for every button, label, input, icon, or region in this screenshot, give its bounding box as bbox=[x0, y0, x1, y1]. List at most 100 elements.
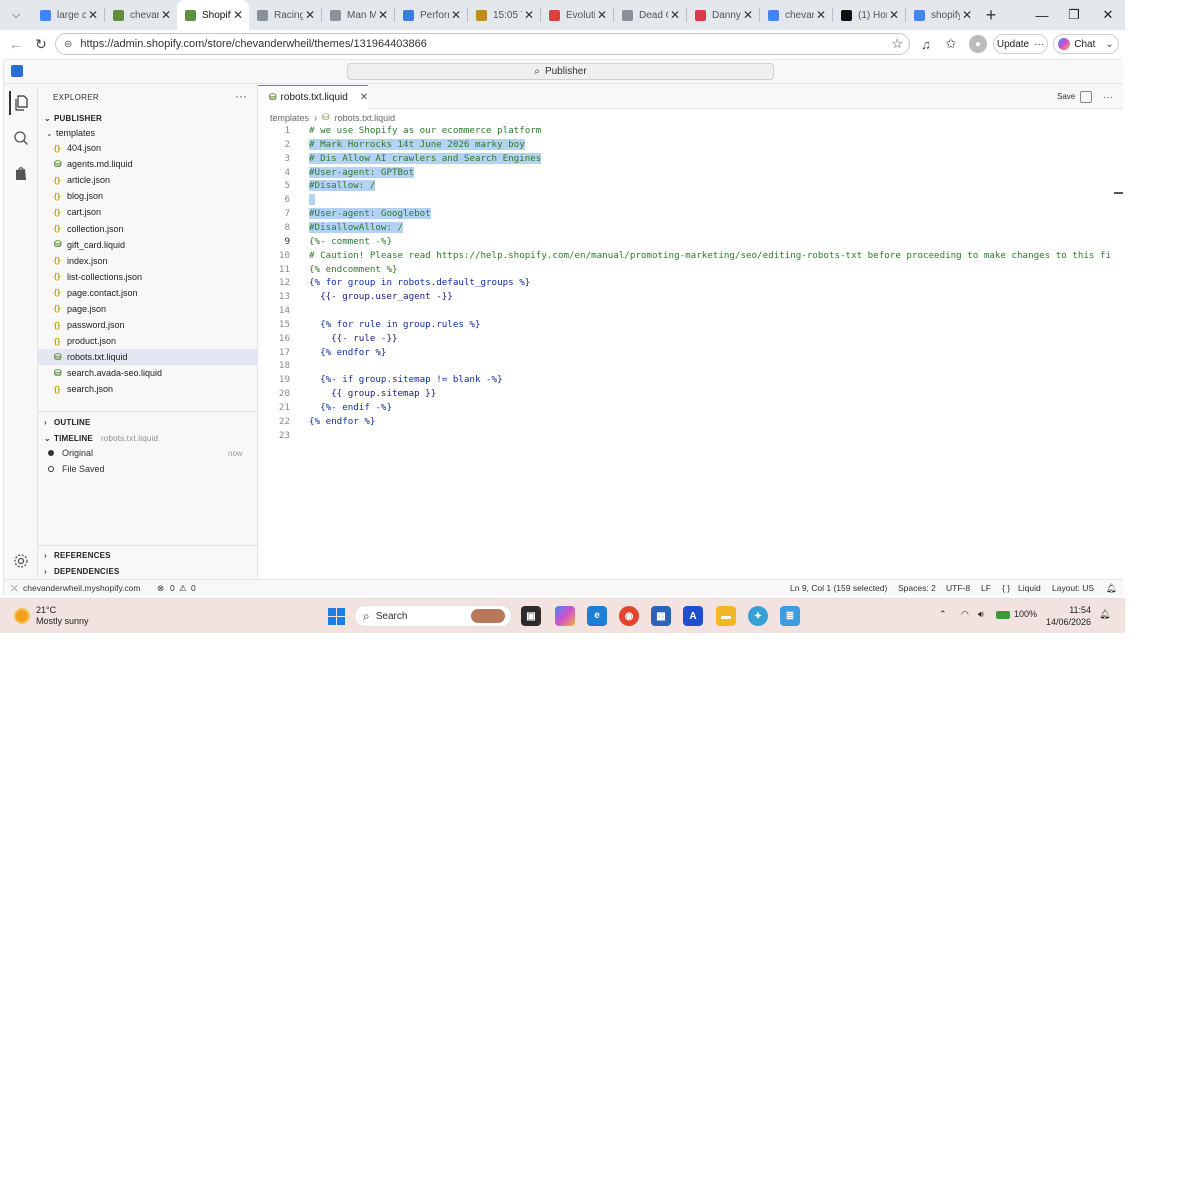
update-button[interactable]: Update ··· bbox=[993, 34, 1048, 54]
editor-tab-robots[interactable]: ⛁ robots.txt.liquid ✕ bbox=[258, 85, 368, 109]
split-editor-icon[interactable] bbox=[1080, 91, 1092, 103]
close-tab-icon[interactable]: ✕ bbox=[88, 8, 98, 22]
browser-tab[interactable]: Man M ✕ bbox=[322, 0, 394, 30]
close-tab-icon[interactable]: ✕ bbox=[743, 8, 753, 22]
search-icon[interactable] bbox=[9, 126, 33, 150]
breadcrumb-file[interactable]: robots.txt.liquid bbox=[335, 113, 396, 123]
weather-widget[interactable]: 21°C Mostly sunny bbox=[14, 605, 89, 627]
file-item[interactable]: ⛁ robots.txt.liquid bbox=[38, 349, 258, 366]
more-actions-icon[interactable]: ··· bbox=[1101, 90, 1115, 104]
timeline-item-original[interactable]: Original bbox=[48, 448, 93, 458]
status-warnings[interactable]: 0 bbox=[191, 583, 196, 593]
file-item[interactable]: ⛁ agents.md.liquid bbox=[38, 156, 258, 172]
file-item[interactable]: {} blog.json bbox=[38, 188, 258, 204]
close-window-button[interactable]: ✕ bbox=[1090, 0, 1125, 30]
explorer-icon[interactable] bbox=[9, 91, 33, 115]
command-center[interactable]: ⌕ Publisher bbox=[347, 63, 774, 80]
file-item[interactable]: {} index.json bbox=[38, 253, 258, 269]
file-item[interactable]: {} search.json bbox=[38, 381, 258, 397]
task-view-icon[interactable]: ▣ bbox=[521, 606, 541, 626]
address-bar[interactable]: ⊜ https://admin.shopify.com/store/chevan… bbox=[55, 33, 910, 55]
battery-icon[interactable] bbox=[996, 611, 1010, 619]
file-item[interactable]: {} 404.json bbox=[38, 140, 258, 156]
close-tab-icon[interactable]: ✕ bbox=[451, 8, 461, 22]
status-encoding[interactable]: UTF-8 bbox=[946, 583, 970, 593]
breadcrumb-folder[interactable]: templates bbox=[270, 113, 309, 123]
file-item[interactable]: ⛁ search.avada-seo.liquid bbox=[38, 365, 258, 381]
status-position[interactable]: Ln 9, Col 1 (159 selected) bbox=[790, 583, 887, 593]
bell-icon[interactable]: 🔔︎ bbox=[1106, 583, 1117, 594]
notifications-icon[interactable]: 🔔︎ bbox=[1099, 609, 1110, 620]
shopify-icon[interactable] bbox=[9, 161, 33, 185]
store-icon[interactable]: ▦ bbox=[651, 606, 671, 626]
folder-templates[interactable]: ⌄ templates bbox=[44, 128, 95, 138]
outline-section[interactable]: › OUTLINE bbox=[38, 414, 258, 430]
chrome-icon[interactable]: ◉ bbox=[619, 606, 639, 626]
more-actions-icon[interactable]: ··· bbox=[235, 89, 247, 103]
close-tab-icon[interactable]: ✕ bbox=[360, 92, 368, 103]
browser-tab[interactable]: (1) Hom✕ bbox=[833, 0, 905, 30]
site-info-icon[interactable]: ⊜ bbox=[64, 39, 72, 50]
close-tab-icon[interactable]: ✕ bbox=[597, 8, 607, 22]
close-tab-icon[interactable]: ✕ bbox=[816, 8, 826, 22]
volume-icon[interactable]: 🔊︎ bbox=[978, 609, 984, 620]
globe-icon[interactable]: ✦ bbox=[748, 606, 768, 626]
wifi-icon[interactable]: ◠ bbox=[961, 609, 969, 620]
favorite-star-icon[interactable]: ☆ bbox=[891, 36, 903, 52]
browser-tab[interactable]: Danny ✕ bbox=[687, 0, 759, 30]
dependencies-section[interactable]: › DEPENDENCIES bbox=[38, 563, 258, 579]
back-button[interactable]: ← bbox=[4, 32, 28, 56]
app-icon[interactable]: A bbox=[683, 606, 703, 626]
file-item[interactable]: {} page.contact.json bbox=[38, 285, 258, 301]
restore-button[interactable]: ❐ bbox=[1056, 0, 1092, 30]
close-tab-icon[interactable]: ✕ bbox=[670, 8, 680, 22]
clock[interactable]: 11:54 14/06/2026 bbox=[1046, 604, 1091, 628]
scrollbar-marker[interactable] bbox=[1114, 192, 1123, 194]
references-section[interactable]: › REFERENCES bbox=[38, 547, 258, 563]
refresh-button[interactable]: ↻ bbox=[29, 32, 53, 56]
browser-tab[interactable]: Shopify✕ bbox=[177, 0, 249, 30]
save-button[interactable]: Save bbox=[1057, 92, 1075, 101]
file-item[interactable]: {} collection.json bbox=[38, 220, 258, 236]
file-item[interactable]: {} password.json bbox=[38, 317, 258, 333]
browser-tab[interactable]: chevand✕ bbox=[105, 0, 177, 30]
copilot-icon[interactable] bbox=[555, 606, 575, 626]
file-item[interactable]: {} cart.json bbox=[38, 204, 258, 220]
status-store[interactable]: chevanderwheil.myshopify.com bbox=[23, 583, 140, 593]
edge-browser-icon[interactable]: e bbox=[587, 606, 607, 626]
file-item[interactable]: {} article.json bbox=[38, 172, 258, 188]
extensions-icon[interactable]: ♫ bbox=[917, 35, 935, 53]
minimize-button[interactable]: — bbox=[1024, 0, 1060, 30]
notepad-icon[interactable]: ≣ bbox=[780, 606, 800, 626]
browser-tab[interactable]: shopify ✕ bbox=[906, 0, 978, 30]
browser-tab[interactable]: Perforn✕ bbox=[395, 0, 467, 30]
tab-actions-menu-button[interactable]: ⌵ bbox=[4, 4, 28, 26]
profile-avatar[interactable]: ● bbox=[969, 35, 987, 53]
status-eol[interactable]: LF bbox=[981, 583, 991, 593]
error-icon[interactable]: ⊗ bbox=[157, 583, 164, 594]
close-tab-icon[interactable]: ✕ bbox=[524, 8, 534, 22]
close-tab-icon[interactable]: ✕ bbox=[161, 8, 171, 22]
new-tab-button[interactable]: + bbox=[978, 5, 1004, 26]
close-tab-icon[interactable]: ✕ bbox=[233, 8, 243, 22]
windows-start-icon[interactable] bbox=[326, 606, 346, 626]
close-tab-icon[interactable]: ✕ bbox=[378, 8, 388, 22]
file-item[interactable]: {} product.json bbox=[38, 333, 258, 349]
status-language[interactable]: Liquid bbox=[1018, 583, 1041, 593]
file-item[interactable]: {} page.json bbox=[38, 301, 258, 317]
code-area[interactable]: 1 # we use Shopify as our ecommerce platf… bbox=[258, 125, 1123, 565]
taskbar-search-box[interactable]: ⌕ Search bbox=[354, 605, 512, 627]
timeline-item-file-saved[interactable]: File Saved bbox=[48, 464, 105, 474]
timeline-section[interactable]: ⌄ TIMELINE robots.txt.liquid bbox=[38, 430, 258, 446]
file-item[interactable]: ⛁ gift_card.liquid bbox=[38, 237, 258, 253]
browser-tab[interactable]: Racing ✕ bbox=[249, 0, 321, 30]
browser-tab[interactable]: chevand✕ bbox=[760, 0, 832, 30]
close-tab-icon[interactable]: ✕ bbox=[305, 8, 315, 22]
warning-icon[interactable]: ⚠ bbox=[179, 583, 187, 594]
status-spaces[interactable]: Spaces: 2 bbox=[898, 583, 936, 593]
close-tab-icon[interactable]: ✕ bbox=[962, 8, 972, 22]
browser-tab[interactable]: Evolutic✕ bbox=[541, 0, 613, 30]
gear-icon[interactable] bbox=[9, 549, 33, 573]
status-errors[interactable]: 0 bbox=[170, 583, 175, 593]
copilot-chat-button[interactable]: Chat ⌄ bbox=[1053, 34, 1119, 54]
